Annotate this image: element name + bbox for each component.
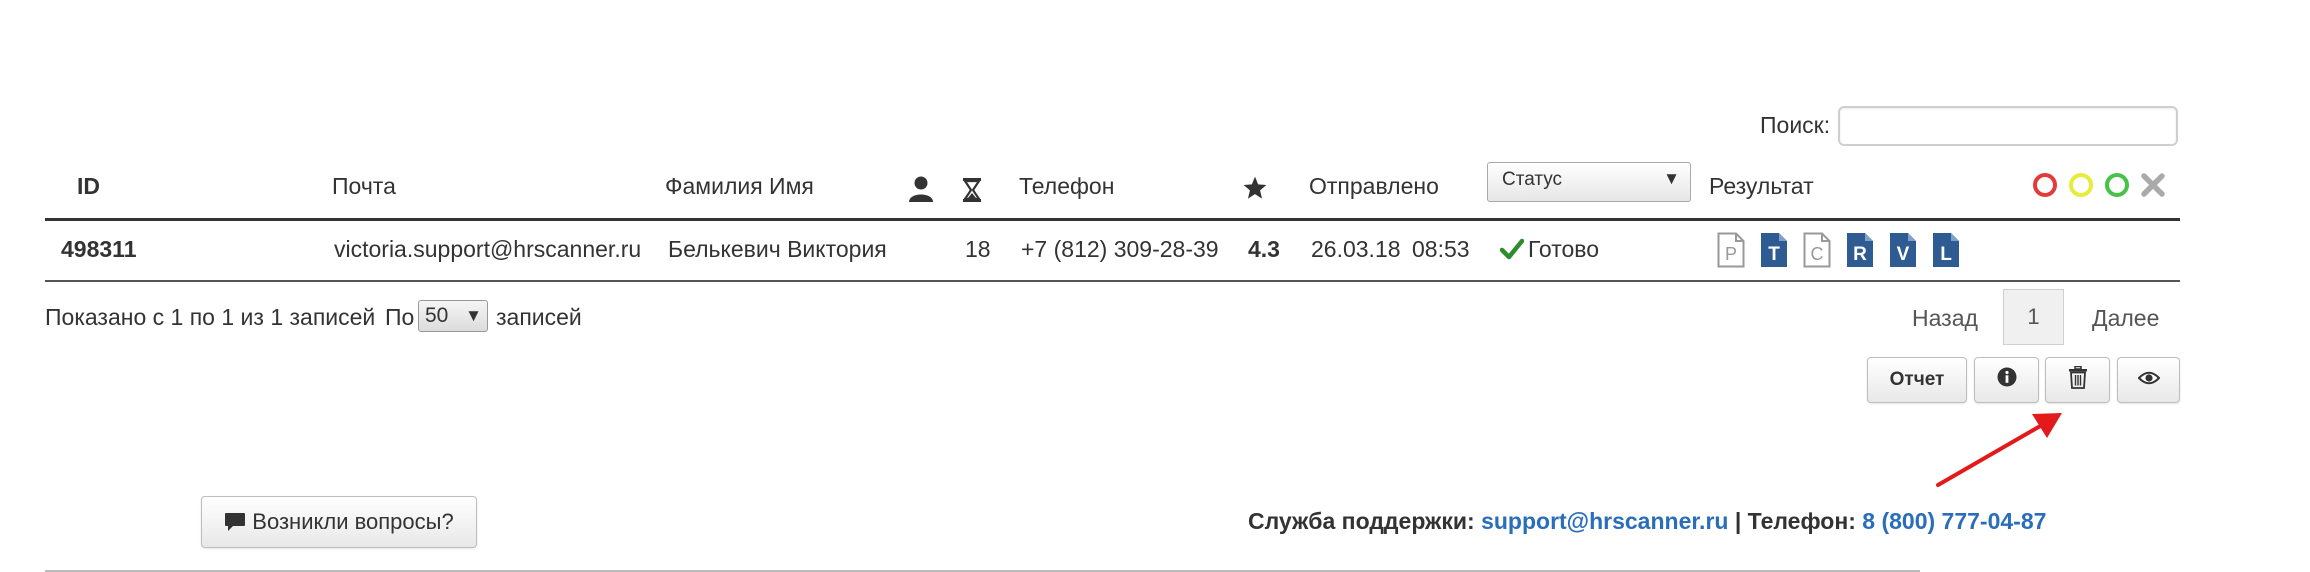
report-c-letter: C <box>1811 244 1824 264</box>
support-label: Служба поддержки: <box>1248 508 1475 534</box>
support-info: Служба поддержки: support@hrscanner.ru |… <box>1248 508 2046 535</box>
eye-icon <box>2137 369 2160 391</box>
support-phone-link[interactable]: 8 (800) 777-04-87 <box>1862 508 2046 534</box>
column-header-sent[interactable]: Отправлено <box>1309 173 1439 200</box>
comment-icon <box>224 512 246 532</box>
status-select-value: Статус <box>1502 169 1563 190</box>
cell-phone: +7 (812) 309-28-39 <box>1021 236 1219 262</box>
cell-time: 18 <box>965 236 991 262</box>
report-v-icon[interactable]: V <box>1889 232 1917 273</box>
report-l-icon[interactable]: L <box>1932 232 1960 273</box>
user-icon[interactable] <box>908 175 934 208</box>
column-header-id[interactable]: ID <box>77 173 100 200</box>
report-t-icon[interactable]: T <box>1760 232 1788 273</box>
column-header-phone[interactable]: Телефон <box>1019 173 1114 200</box>
check-icon <box>1499 238 1525 265</box>
support-email-link[interactable]: support@hrscanner.ru <box>1481 508 1728 534</box>
support-phone-label: | Телефон: <box>1734 508 1856 534</box>
report-button[interactable]: Отчет <box>1867 357 1967 403</box>
per-page-value: 50 <box>425 304 449 327</box>
chevron-down-icon: ▼ <box>1663 169 1680 188</box>
report-c-icon[interactable]: C <box>1803 232 1831 273</box>
report-r-icon[interactable]: R <box>1846 232 1874 273</box>
yellow-circle-filter-icon[interactable] <box>2068 172 2094 203</box>
hourglass-icon[interactable] <box>962 177 982 208</box>
help-button-label: Возникли вопросы? <box>252 509 454 534</box>
per-page-select[interactable]: 50 ▼ <box>418 300 488 332</box>
column-header-email[interactable]: Почта <box>332 173 396 200</box>
report-t-letter: T <box>1768 244 1780 265</box>
cell-date: 26.03.18 <box>1311 236 1401 262</box>
report-p-letter: P <box>1725 244 1737 264</box>
annotation-arrow <box>1936 413 2062 487</box>
pagination-prev[interactable]: Назад <box>1912 305 1978 332</box>
cell-rating: 4.3 <box>1248 236 1280 262</box>
pagination-next[interactable]: Далее <box>2092 305 2159 332</box>
pagination-page-1[interactable]: 1 <box>2003 289 2064 345</box>
report-r-letter: R <box>1853 244 1867 265</box>
info-button[interactable] <box>1974 357 2039 403</box>
table-header-divider <box>45 218 2180 221</box>
report-p-icon[interactable]: P <box>1717 232 1745 273</box>
cell-status: Готово <box>1528 236 1600 262</box>
cell-email: victoria.support@hrscanner.ru <box>334 236 642 262</box>
status-filter-select[interactable]: Статус ▼ <box>1487 162 1691 202</box>
star-icon[interactable] <box>1242 175 1268 206</box>
per-page-label: По <box>385 304 415 330</box>
cell-name: Белькевич Виктория <box>668 236 887 262</box>
column-header-name[interactable]: Фамилия Имя <box>665 173 814 200</box>
table-info-text: Показано с 1 по 1 из 1 записей <box>45 304 376 330</box>
cell-id: 498311 <box>61 236 137 262</box>
clear-filter-icon[interactable] <box>2140 172 2166 203</box>
search-input[interactable] <box>1838 106 2178 146</box>
view-button[interactable] <box>2117 357 2180 403</box>
per-page-suffix: записей <box>496 304 582 330</box>
green-circle-filter-icon[interactable] <box>2104 172 2130 203</box>
cell-time-sent: 08:53 <box>1412 236 1470 262</box>
red-circle-filter-icon[interactable] <box>2032 172 2058 203</box>
info-icon <box>1997 367 2017 393</box>
trash-icon <box>2068 365 2088 395</box>
column-header-result[interactable]: Результат <box>1709 173 1814 200</box>
help-button[interactable]: Возникли вопросы? <box>201 496 477 548</box>
delete-button[interactable] <box>2045 357 2110 403</box>
chevron-down-icon: ▼ <box>465 306 482 325</box>
search-label: Поиск: <box>1760 112 1831 138</box>
report-v-letter: V <box>1897 244 1910 265</box>
table-bottom-divider <box>45 280 2180 282</box>
report-l-letter: L <box>1940 244 1952 265</box>
